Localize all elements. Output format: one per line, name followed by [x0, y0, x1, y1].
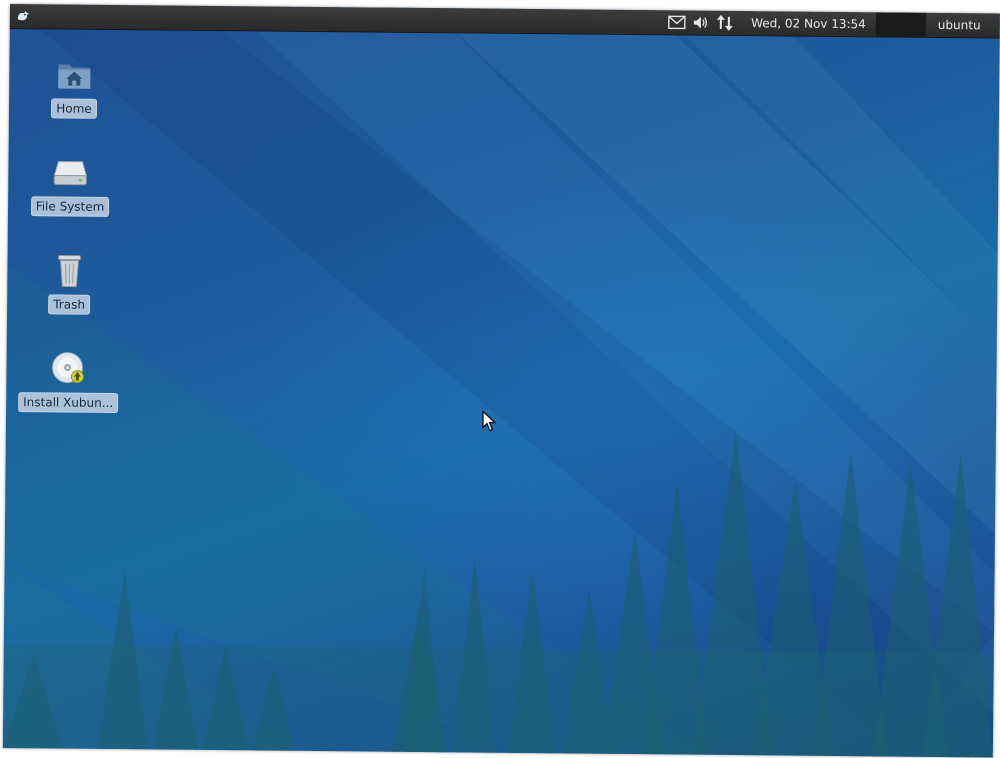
window-buttons-area[interactable]	[875, 12, 926, 37]
applications-menu-button[interactable]	[13, 6, 33, 26]
mouse-cursor-icon	[482, 410, 497, 432]
network-arrows-icon[interactable]	[715, 13, 735, 33]
desktop-icon-label: Install Xubun...	[18, 392, 119, 414]
desktop-screen: Wed, 02 Nov 13:54 ubuntu Home File Syste…	[2, 4, 1000, 758]
wallpaper	[2, 4, 998, 758]
desktop-icon-label: Trash	[48, 294, 91, 315]
install-disc-icon	[48, 348, 88, 388]
xfce-mouse-icon	[17, 11, 29, 21]
drive-icon	[50, 152, 90, 192]
user-menu[interactable]: ubuntu	[926, 18, 1000, 33]
desktop-icon-home[interactable]: Home	[24, 54, 125, 119]
desktop-icon-label: File System	[30, 196, 110, 217]
system-tray: Wed, 02 Nov 13:54 ubuntu	[665, 10, 1000, 37]
volume-icon[interactable]	[691, 13, 711, 33]
home-folder-icon	[54, 54, 94, 94]
clock[interactable]: Wed, 02 Nov 13:54	[751, 16, 866, 31]
desktop-icon-install-xubuntu[interactable]: Install Xubun...	[18, 348, 119, 414]
mail-icon[interactable]	[667, 12, 687, 32]
trash-icon	[49, 250, 89, 290]
desktop-icon-label: Home	[51, 98, 97, 119]
desktop-icon-trash[interactable]: Trash	[19, 250, 120, 315]
top-panel: Wed, 02 Nov 13:54 ubuntu	[9, 4, 1000, 39]
desktop-icon-file-system[interactable]: File System	[20, 152, 121, 217]
